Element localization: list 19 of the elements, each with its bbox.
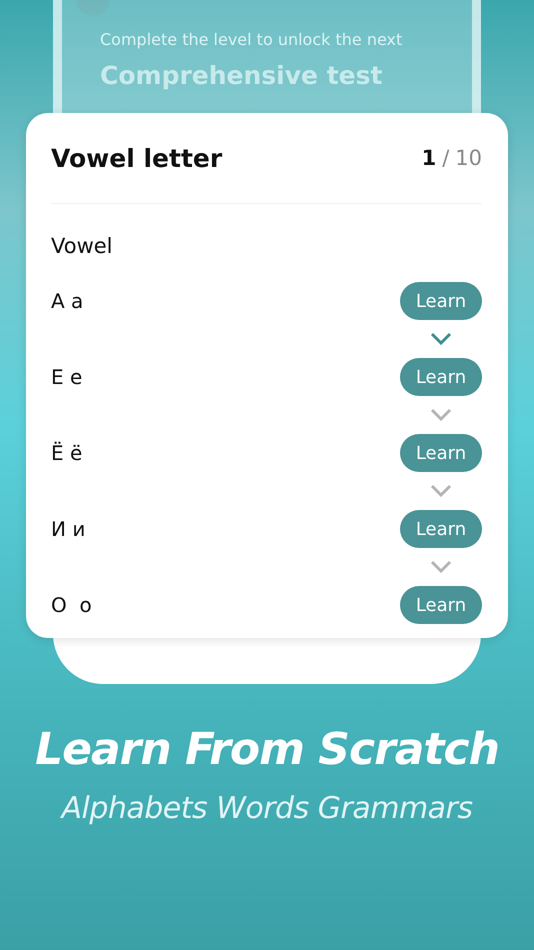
learn-button[interactable]: Learn (400, 358, 482, 396)
progress-current: 1 (422, 146, 436, 170)
subtitle: Alphabets Words Grammars (61, 791, 473, 826)
letter-label: Е е (51, 365, 82, 389)
letter-label: А а (51, 289, 84, 313)
learn-button[interactable]: Learn (400, 510, 482, 548)
learn-button[interactable]: Learn (400, 434, 482, 472)
learn-button[interactable]: Learn (400, 586, 482, 624)
section-label: Vowel (51, 233, 114, 260)
progress-separator: / (442, 146, 450, 170)
letter-label: Ё ё (51, 441, 82, 465)
level-hint: Complete the level to unlock the next (100, 30, 404, 49)
letter-label: О о (51, 593, 92, 617)
progress-total: 10 (455, 146, 482, 170)
lesson-title: Vowel letter (51, 144, 222, 172)
learn-button[interactable]: Learn (400, 282, 482, 320)
letter-label: И и (51, 517, 86, 541)
level-title: Comprehensive test (100, 61, 384, 90)
headline: Learn From Scratch (35, 724, 499, 775)
